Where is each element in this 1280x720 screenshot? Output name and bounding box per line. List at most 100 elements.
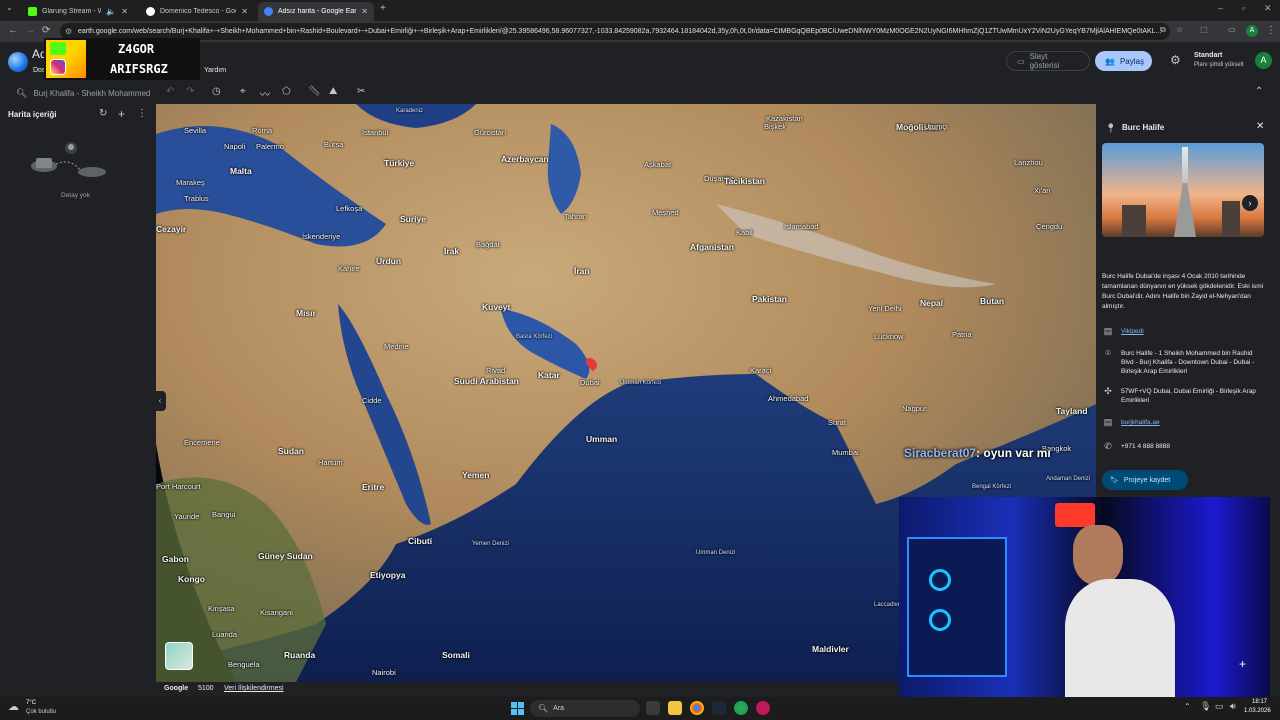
weather-cloud-icon[interactable]: ☁ [8, 700, 19, 713]
search-box[interactable]: 🔍︎ Burj Khalifa - Sheikh Mohammed [10, 83, 156, 103]
draw-path-icon[interactable]: 〰 [260, 86, 270, 101]
close-tab-icon[interactable]: ✕ [361, 7, 368, 16]
streamer-webcam: + [899, 497, 1270, 697]
image-overlay-icon[interactable]: ⛰ [329, 86, 337, 97]
wiki-link[interactable]: Vikipedi [1121, 327, 1144, 336]
chrome-profile-icon[interactable] [734, 701, 748, 715]
measure-icon[interactable]: 📏︎ [308, 86, 321, 97]
reload-icon[interactable]: ⟳ [42, 25, 50, 36]
map-label: Hartum [318, 458, 343, 467]
minimize-icon[interactable]: – [1218, 3, 1223, 13]
extensions-icon[interactable]: ⬚ [1200, 25, 1208, 34]
next-photo-icon[interactable]: › [1242, 195, 1258, 211]
tower-base-shape [1174, 183, 1196, 237]
add-icon[interactable]: + [118, 107, 125, 121]
map-label: Sudan [278, 446, 304, 456]
place-photo[interactable]: › [1102, 143, 1264, 237]
map-label: Tahran [564, 212, 587, 221]
save-to-project-button[interactable]: 🔖︎ Projeye kaydet [1102, 470, 1188, 490]
maximize-icon[interactable]: ▫ [1242, 3, 1245, 13]
redo-icon[interactable]: ↷ [186, 86, 194, 97]
wiki-row[interactable]: ▤ Vikipedi [1102, 327, 1266, 336]
close-window-icon[interactable]: ✕ [1264, 3, 1272, 14]
map-label: Lanzhou [1014, 158, 1043, 167]
earth-logo-icon[interactable] [8, 52, 28, 72]
bookmark-star-icon[interactable]: ☆ [1176, 25, 1183, 34]
task-view-icon[interactable] [646, 701, 660, 715]
website-link[interactable]: burjkhalifa.ae [1121, 418, 1160, 427]
layers-toggle-thumbnail[interactable] [165, 642, 193, 670]
install-app-icon[interactable]: ⧉ [1160, 25, 1166, 35]
earth-favicon-icon [264, 7, 273, 16]
close-tab-icon[interactable]: ✕ [121, 7, 128, 16]
phone-row[interactable]: ✆ +971 4 888 8888 [1102, 442, 1266, 451]
volume-icon[interactable]: 🔊︎ [1230, 701, 1236, 712]
empty-state-text: Detay yok [61, 192, 90, 199]
profile-avatar[interactable]: A [1246, 25, 1258, 37]
map-label: Bişkek [764, 122, 787, 131]
more-options-icon[interactable]: ⋮ [137, 108, 147, 119]
new-tab-icon[interactable]: + [380, 3, 386, 14]
map-label: Kinşasa [208, 604, 235, 613]
save-label: Projeye kaydet [1123, 476, 1171, 484]
map-label: Bengal Körfezi [972, 484, 1012, 490]
browser-tab-earth[interactable]: Adsız harita - Google Earth ✕ [258, 2, 374, 21]
search-input[interactable]: Burj Khalifa - Sheikh Mohammed [33, 89, 150, 98]
map-label: Kabil [736, 228, 753, 237]
microphone-icon[interactable]: 🎙︎ [1200, 701, 1211, 712]
tab-search-icon[interactable]: ⌄ [6, 3, 13, 12]
tools-icon[interactable]: ✂ [357, 86, 365, 97]
streamer-head [1073, 525, 1123, 585]
collapse-panel-icon[interactable]: ‹ [156, 391, 166, 411]
plan-upgrade-link[interactable]: Planı şimdi yükselt [1194, 62, 1244, 68]
browser-menu-icon[interactable]: ⋮ [1266, 25, 1276, 36]
settings-gear-icon[interactable]: ⚙ [1170, 53, 1181, 67]
phone-text[interactable]: +971 4 888 8888 [1121, 442, 1170, 451]
clock-date[interactable]: 1.03.2026 [1244, 708, 1271, 714]
tray-arrow-icon[interactable]: ⌃ [1184, 702, 1191, 711]
expand-icon[interactable]: + [1239, 657, 1246, 671]
place-info-panel: 📍︎ Burc Halife ✕ › Burc Halife Dubai'de … [1096, 117, 1272, 497]
kick-favicon-icon [28, 7, 37, 16]
map-label: Yemen [462, 470, 490, 480]
scale-readout: 5100 [198, 685, 214, 692]
share-button[interactable]: 👥 Paylaş [1095, 51, 1152, 71]
history-icon[interactable]: ◷ [212, 86, 221, 97]
map-label: Butan [980, 296, 1005, 306]
taskbar-search[interactable]: 🔍︎ Ara [530, 700, 640, 717]
chrome-icon[interactable] [690, 701, 704, 715]
clock-time[interactable]: 18:17 [1252, 699, 1267, 705]
data-attribution-link[interactable]: Veri İlişkilendirmesi [224, 685, 284, 692]
browser-tab-stream[interactable]: Glarung Stream - Watch Li 🔈 ✕ [22, 2, 134, 21]
add-placemark-icon[interactable]: ⌖ [240, 86, 246, 97]
map-label: Güney Sudan [258, 551, 313, 561]
browser-tab-google[interactable]: Domenico Tedesco - Google'd ✕ [140, 2, 254, 21]
map-label: Katar [538, 370, 560, 380]
address-bar[interactable]: ⚙ earth.google.com/web/search/Burj+Khali… [60, 23, 1170, 40]
pluscode-row: ✣ 57WF+VQ Dubai, Dubai Emirliği - Birleş… [1102, 387, 1266, 405]
menu-help[interactable]: Yardım [204, 67, 226, 74]
add-shape-icon[interactable]: ⬠ [282, 86, 291, 97]
forward-icon[interactable]: → [25, 25, 35, 36]
close-panel-icon[interactable]: ✕ [1256, 121, 1264, 132]
back-icon[interactable]: ← [8, 25, 18, 36]
map-label: Basra Körfezi [516, 334, 553, 340]
file-explorer-icon[interactable] [668, 701, 682, 715]
undo-icon[interactable]: ↶ [166, 86, 174, 97]
map-label: Pakistan [752, 294, 787, 304]
slideshow-button[interactable]: ▭ Slayt gösterisi [1006, 51, 1090, 71]
website-row[interactable]: ▤ burjkhalifa.ae [1102, 418, 1266, 427]
steam-icon[interactable] [712, 701, 726, 715]
start-windows-icon[interactable] [511, 702, 524, 715]
map-label: Etiyopya [370, 570, 406, 580]
collapse-toolbar-icon[interactable]: ⌃ [1255, 86, 1263, 97]
close-tab-icon[interactable]: ✕ [241, 7, 248, 16]
cast-icon[interactable]: ▭ [1228, 25, 1236, 34]
network-icon[interactable]: ▭ [1215, 701, 1224, 712]
streamer-handle-2: ARIFSRGZ [110, 62, 168, 76]
account-avatar[interactable]: A [1255, 52, 1272, 69]
obs-icon[interactable] [756, 701, 770, 715]
map-label: Tayland [1056, 406, 1088, 416]
address-text: Burc Halife - 1 Sheikh Mohammed bin Rash… [1121, 350, 1255, 375]
refresh-icon[interactable]: ↻ [99, 108, 107, 119]
